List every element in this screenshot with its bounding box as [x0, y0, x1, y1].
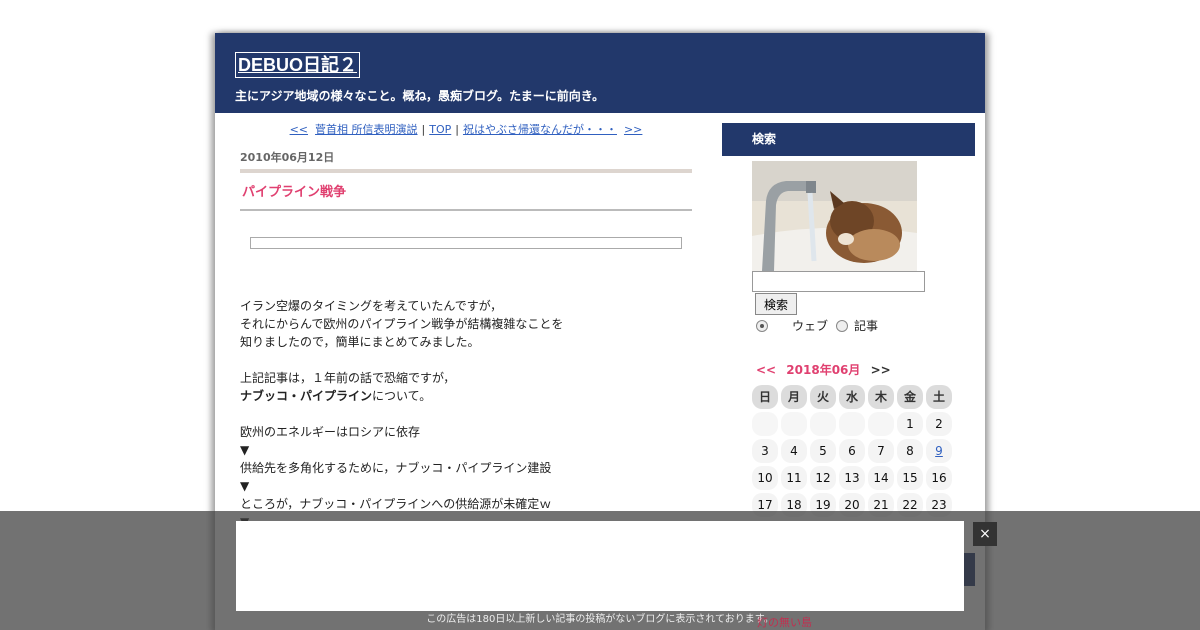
body-line: 上記記事は，１年前の話で恐縮ですが， [240, 371, 456, 385]
weekday-cell: 水 [839, 385, 865, 409]
post-body: イラン空爆のタイミングを考えていたんですが， それにからんで欧州のパイプライン戦… [240, 297, 692, 531]
search-input[interactable] [752, 271, 925, 292]
prev-arrow-link[interactable]: << [290, 123, 308, 136]
calendar-prev-link[interactable]: << [756, 363, 776, 377]
calendar-grid: 日 月 火 水 木 金 土 1 2 3 4 5 6 7 8 9 10 11 12… [752, 385, 955, 520]
main-column: << 菅首相 所信表明演説 | TOP | 祝はやぶさ帰還なんだが・・・ >> 2010… [240, 123, 692, 531]
search-heading: 検索 [722, 123, 975, 156]
close-icon[interactable]: × [973, 522, 997, 546]
weekday-cell: 土 [926, 385, 952, 409]
calendar-next-link[interactable]: >> [871, 363, 891, 377]
radio-web-label: ウェブ [792, 319, 829, 333]
day-cell: 4 [781, 439, 807, 463]
overlay-ad-slot[interactable] [236, 521, 964, 611]
day-cell: 3 [752, 439, 778, 463]
next-post-link[interactable]: 祝はやぶさ帰還なんだが・・・ [463, 123, 617, 136]
day-cell: 10 [752, 466, 778, 490]
calendar-weekday-row: 日 月 火 水 木 金 土 [752, 385, 955, 411]
inline-ad-frame [250, 237, 682, 249]
bold-term: ナブッコ・パイプライン [240, 389, 373, 403]
post-header: パイプライン戦争 [240, 169, 692, 211]
day-cell: 2 [926, 412, 952, 436]
body-line: 知りましたので，簡単にまとめてみました。 [240, 335, 480, 349]
post-navigation: << 菅首相 所信表明演説 | TOP | 祝はやぶさ帰還なんだが・・・ >> [240, 123, 692, 137]
overlay-notice: この広告は180日以上新しい記事の投稿がないブログに表示されております。 [426, 614, 774, 625]
body-line: それにからんで欧州のパイプライン戦争が結構複雑なことを [240, 317, 564, 331]
body-line: 欧州のエネルギーはロシアに依存 [240, 425, 421, 439]
top-link[interactable]: TOP [429, 123, 451, 136]
calendar-month: 2018年06月 [786, 363, 861, 377]
day-cell: 8 [897, 439, 923, 463]
search-scope: ウェブ 記事 [756, 319, 878, 333]
day-cell: 16 [926, 466, 952, 490]
day-cell: 5 [810, 439, 836, 463]
arrow-down: ▼ [240, 443, 250, 457]
post-title[interactable]: パイプライン戦争 [240, 173, 692, 200]
weekday-cell: 日 [752, 385, 778, 409]
paragraph: イラン空爆のタイミングを考えていたんですが， それにからんで欧州のパイプライン戦… [240, 297, 692, 351]
day-cell [810, 412, 836, 436]
day-cell: 12 [810, 466, 836, 490]
day-cell: 7 [868, 439, 894, 463]
paragraph: 上記記事は，１年前の話で恐縮ですが， ナブッコ・パイプラインについて。 [240, 369, 692, 405]
nav-separator: | [455, 123, 459, 136]
day-cell: 14 [868, 466, 894, 490]
body-text: について。 [372, 389, 432, 403]
day-cell [868, 412, 894, 436]
day-cell [781, 412, 807, 436]
body-line: 供給先を多角化するために，ナブッコ・パイプライン建設 [240, 461, 552, 475]
day-cell: 6 [839, 439, 865, 463]
site-title-link[interactable]: DEBUO日記２ [235, 52, 361, 78]
radio-web[interactable] [756, 320, 768, 332]
prev-post-link[interactable]: 菅首相 所信表明演説 [315, 123, 418, 136]
calendar-header: << 2018年06月 >> [756, 361, 891, 378]
search-button[interactable]: 検索 [755, 293, 797, 315]
site-description: 主にアジア地域の様々なこと。概ね，愚痴ブログ。たまーに前向き。 [235, 89, 605, 103]
day-cell: 11 [781, 466, 807, 490]
arrow-down: ▼ [240, 479, 250, 493]
nav-separator: | [421, 123, 426, 136]
weekday-cell: 金 [897, 385, 923, 409]
calendar-week-row: 1 2 [752, 412, 955, 438]
day-cell: 1 [897, 412, 923, 436]
weekday-cell: 火 [810, 385, 836, 409]
weekday-cell: 月 [781, 385, 807, 409]
radio-article[interactable] [836, 320, 849, 332]
sidebar: 検索 検索 ウェブ 記事 << 2018年06月 >> 日 月 火 水 木 金 … [722, 123, 975, 517]
day-cell [839, 412, 865, 436]
day-cell: 15 [897, 466, 923, 490]
post-date: 2010年06月12日 [240, 151, 335, 164]
next-arrow-link[interactable]: >> [624, 123, 642, 136]
ad-overlay: × この広告は180日以上新しい記事の投稿がないブログに表示されております。 [0, 511, 1200, 630]
sidebar-link[interactable]: 灯の無い島 [757, 614, 812, 630]
body-line: ナブッコ・パイプラインについて。 [240, 387, 692, 405]
day-cell [752, 412, 778, 436]
radio-article-label: 記事 [854, 319, 879, 333]
calendar-week-row: 3 4 5 6 7 8 9 [752, 439, 955, 465]
cat-photo [752, 161, 917, 271]
day-link[interactable]: 9 [926, 439, 952, 463]
body-line: イラン空爆のタイミングを考えていたんですが， [240, 299, 503, 313]
blog-header: DEBUO日記２ 主にアジア地域の様々なこと。概ね，愚痴ブログ。たまーに前向き。 [215, 33, 985, 113]
day-cell: 13 [839, 466, 865, 490]
calendar-week-row: 10 11 12 13 14 15 16 [752, 466, 955, 492]
weekday-cell: 木 [868, 385, 894, 409]
